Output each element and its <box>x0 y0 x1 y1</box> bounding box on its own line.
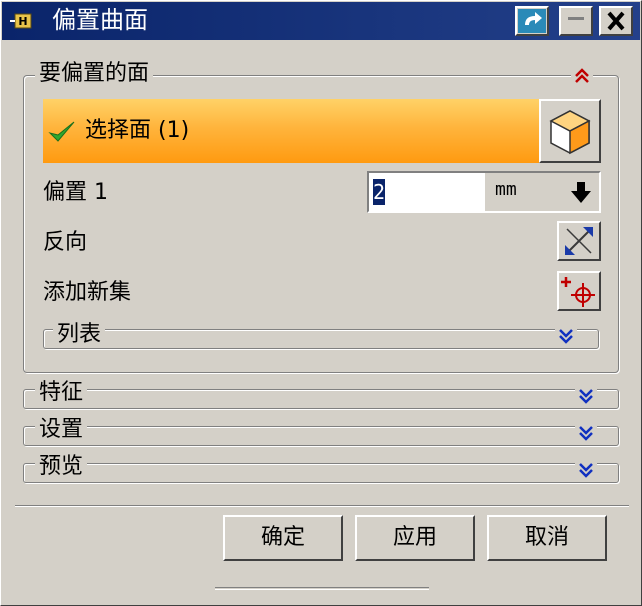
double-chevron-down-icon[interactable] <box>575 459 597 481</box>
minimize-icon <box>568 17 584 20</box>
double-chevron-up-icon[interactable] <box>571 65 593 87</box>
preview-section[interactable] <box>23 463 619 483</box>
offset-surface-dialog: H 偏置曲面 要偏置的面 选择面 (1) 偏置 1 2 mm 反向 添加新集 列… <box>0 0 642 606</box>
face-select-button[interactable] <box>539 99 601 163</box>
add-set-crosshair-icon <box>561 277 595 307</box>
face-cube-icon <box>549 110 591 155</box>
reverse-label: 反向 <box>43 230 88 255</box>
features-section[interactable] <box>23 389 619 409</box>
ok-button[interactable]: 确定 <box>223 515 343 561</box>
settings-section-label: 设置 <box>35 417 88 443</box>
window-title: 偏置曲面 <box>52 6 148 34</box>
undo-arrow-icon <box>518 9 546 33</box>
reverse-direction-button[interactable] <box>557 221 601 261</box>
offset-label: 偏置 1 <box>43 180 108 205</box>
offset-field: mm <box>367 171 601 213</box>
svg-text:H: H <box>18 15 27 28</box>
double-chevron-down-icon[interactable] <box>555 325 577 347</box>
add-new-set-label: 添加新集 <box>43 280 132 305</box>
app-icon: H <box>10 13 32 29</box>
resize-grip[interactable] <box>215 587 429 590</box>
reset-button[interactable] <box>515 6 549 36</box>
apply-button[interactable]: 应用 <box>355 515 475 561</box>
settings-section[interactable] <box>23 426 619 446</box>
reverse-direction-icon <box>565 227 593 255</box>
add-new-set-button[interactable] <box>557 271 601 311</box>
unit-label: mm <box>495 179 517 200</box>
close-button[interactable] <box>599 6 633 36</box>
down-arrow-icon <box>571 182 591 203</box>
double-chevron-down-icon[interactable] <box>575 385 597 407</box>
features-section-label: 特征 <box>35 380 88 406</box>
footer-divider <box>15 505 629 507</box>
list-subgroup-frame <box>43 329 599 349</box>
preview-section-label: 预览 <box>35 454 88 480</box>
list-title: 列表 <box>53 322 106 348</box>
close-icon <box>607 11 625 31</box>
minimize-button[interactable] <box>559 6 593 36</box>
check-icon <box>48 121 75 142</box>
unit-dropdown[interactable]: mm <box>485 173 599 211</box>
faces-group-title: 要偏置的面 <box>35 61 154 87</box>
double-chevron-down-icon[interactable] <box>575 422 597 444</box>
cancel-button[interactable]: 取消 <box>487 515 607 561</box>
offset-value-input[interactable] <box>373 177 483 207</box>
select-face-label: 选择面 (1) <box>85 118 190 143</box>
